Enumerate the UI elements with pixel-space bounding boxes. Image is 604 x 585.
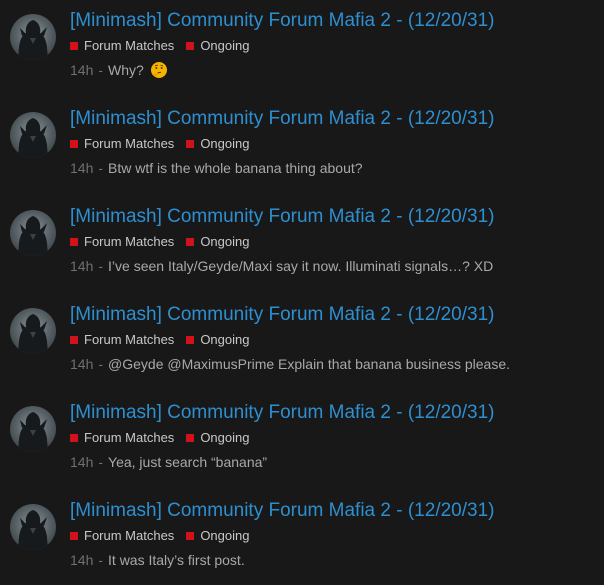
thread-title-link[interactable]: [Minimash] Community Forum Mafia 2 - (12… bbox=[70, 499, 494, 523]
tag-label: Forum Matches bbox=[84, 136, 175, 151]
tag-ongoing[interactable]: Ongoing bbox=[186, 430, 249, 446]
tag-label: Ongoing bbox=[200, 136, 250, 151]
timestamp: 14h bbox=[70, 454, 94, 470]
feed-item[interactable]: [Minimash] Community Forum Mafia 2 - (12… bbox=[0, 303, 604, 383]
excerpt-text: @Geyde @MaximusPrime Explain that banana… bbox=[108, 356, 510, 372]
tag-forum-matches[interactable]: Forum Matches bbox=[70, 136, 174, 152]
tag-label: Forum Matches bbox=[84, 528, 175, 543]
post-excerpt[interactable]: 14h - Yea, just search “banana” bbox=[70, 453, 267, 471]
tag-list: Forum Matches Ongoing bbox=[70, 332, 261, 348]
tag-ongoing[interactable]: Ongoing bbox=[186, 136, 249, 152]
category-square-icon bbox=[186, 238, 195, 246]
hooded-figure-icon bbox=[18, 216, 48, 256]
hooded-figure-icon bbox=[18, 510, 48, 550]
tag-ongoing[interactable]: Ongoing bbox=[186, 528, 249, 544]
thread-title-link[interactable]: [Minimash] Community Forum Mafia 2 - (12… bbox=[70, 303, 494, 327]
category-square-icon bbox=[70, 336, 78, 344]
separator: - bbox=[98, 160, 104, 176]
tag-ongoing[interactable]: Ongoing bbox=[186, 38, 249, 54]
tag-label: Ongoing bbox=[200, 430, 250, 445]
tag-label: Ongoing bbox=[200, 528, 250, 543]
tag-label: Forum Matches bbox=[84, 332, 175, 347]
excerpt-text: I’ve seen Italy/Geyde/Maxi say it now. I… bbox=[108, 258, 494, 274]
post-excerpt[interactable]: 14h - Why? bbox=[70, 61, 168, 79]
timestamp: 14h bbox=[70, 356, 94, 372]
excerpt-text: It was Italy’s first post. bbox=[108, 552, 245, 568]
tag-label: Forum Matches bbox=[84, 234, 175, 249]
timestamp: 14h bbox=[70, 160, 94, 176]
tag-list: Forum Matches Ongoing bbox=[70, 528, 261, 544]
category-square-icon bbox=[70, 140, 78, 148]
avatar[interactable] bbox=[10, 210, 56, 256]
tag-ongoing[interactable]: Ongoing bbox=[186, 234, 249, 250]
post-excerpt[interactable]: 14h - @Geyde @MaximusPrime Explain that … bbox=[70, 355, 510, 373]
excerpt-text: Btw wtf is the whole banana thing about? bbox=[108, 160, 363, 176]
notification-feed: [Minimash] Community Forum Mafia 2 - (12… bbox=[0, 0, 604, 585]
avatar[interactable] bbox=[10, 406, 56, 452]
feed-item[interactable]: [Minimash] Community Forum Mafia 2 - (12… bbox=[0, 205, 604, 285]
category-square-icon bbox=[186, 532, 195, 540]
feed-item[interactable]: [Minimash] Community Forum Mafia 2 - (12… bbox=[0, 499, 604, 579]
tag-label: Forum Matches bbox=[84, 38, 175, 53]
tag-label: Ongoing bbox=[200, 332, 250, 347]
category-square-icon bbox=[186, 434, 195, 442]
tag-label: Forum Matches bbox=[84, 430, 175, 445]
tag-label: Ongoing bbox=[200, 38, 250, 53]
post-excerpt[interactable]: 14h - I’ve seen Italy/Geyde/Maxi say it … bbox=[70, 257, 493, 275]
timestamp: 14h bbox=[70, 552, 94, 568]
excerpt-text: Why? bbox=[108, 62, 144, 78]
separator: - bbox=[98, 62, 104, 78]
tag-list: Forum Matches Ongoing bbox=[70, 136, 261, 152]
separator: - bbox=[98, 552, 104, 568]
post-excerpt[interactable]: 14h - Btw wtf is the whole banana thing … bbox=[70, 159, 363, 177]
category-square-icon bbox=[70, 42, 78, 50]
feed-item[interactable]: [Minimash] Community Forum Mafia 2 - (12… bbox=[0, 401, 604, 481]
category-square-icon bbox=[186, 140, 195, 148]
tag-forum-matches[interactable]: Forum Matches bbox=[70, 38, 174, 54]
feed-item[interactable]: [Minimash] Community Forum Mafia 2 - (12… bbox=[0, 107, 604, 187]
hooded-figure-icon bbox=[18, 314, 48, 354]
avatar[interactable] bbox=[10, 308, 56, 354]
category-square-icon bbox=[70, 434, 78, 442]
thread-title-link[interactable]: [Minimash] Community Forum Mafia 2 - (12… bbox=[70, 401, 494, 425]
thread-title-link[interactable]: [Minimash] Community Forum Mafia 2 - (12… bbox=[70, 9, 494, 33]
thread-title-link[interactable]: [Minimash] Community Forum Mafia 2 - (12… bbox=[70, 107, 494, 131]
tag-list: Forum Matches Ongoing bbox=[70, 234, 261, 250]
tag-ongoing[interactable]: Ongoing bbox=[186, 332, 249, 348]
separator: - bbox=[98, 258, 104, 274]
separator: - bbox=[98, 356, 104, 372]
tag-forum-matches[interactable]: Forum Matches bbox=[70, 430, 174, 446]
timestamp: 14h bbox=[70, 62, 94, 78]
timestamp: 14h bbox=[70, 258, 94, 274]
category-square-icon bbox=[70, 532, 78, 540]
post-excerpt[interactable]: 14h - It was Italy’s first post. bbox=[70, 551, 245, 569]
category-square-icon bbox=[186, 336, 195, 344]
thinking-face-icon bbox=[150, 62, 167, 78]
tag-list: Forum Matches Ongoing bbox=[70, 38, 261, 54]
avatar[interactable] bbox=[10, 504, 56, 550]
avatar[interactable] bbox=[10, 112, 56, 158]
tag-forum-matches[interactable]: Forum Matches bbox=[70, 528, 174, 544]
tag-forum-matches[interactable]: Forum Matches bbox=[70, 234, 174, 250]
excerpt-text: Yea, just search “banana” bbox=[108, 454, 268, 470]
tag-forum-matches[interactable]: Forum Matches bbox=[70, 332, 174, 348]
category-square-icon bbox=[186, 42, 195, 50]
tag-label: Ongoing bbox=[200, 234, 250, 249]
thread-title-link[interactable]: [Minimash] Community Forum Mafia 2 - (12… bbox=[70, 205, 494, 229]
hooded-figure-icon bbox=[18, 118, 48, 158]
separator: - bbox=[98, 454, 104, 470]
feed-item[interactable]: [Minimash] Community Forum Mafia 2 - (12… bbox=[0, 9, 604, 89]
avatar[interactable] bbox=[10, 14, 56, 60]
hooded-figure-icon bbox=[18, 412, 48, 452]
tag-list: Forum Matches Ongoing bbox=[70, 430, 261, 446]
hooded-figure-icon bbox=[18, 20, 48, 60]
category-square-icon bbox=[70, 238, 78, 246]
